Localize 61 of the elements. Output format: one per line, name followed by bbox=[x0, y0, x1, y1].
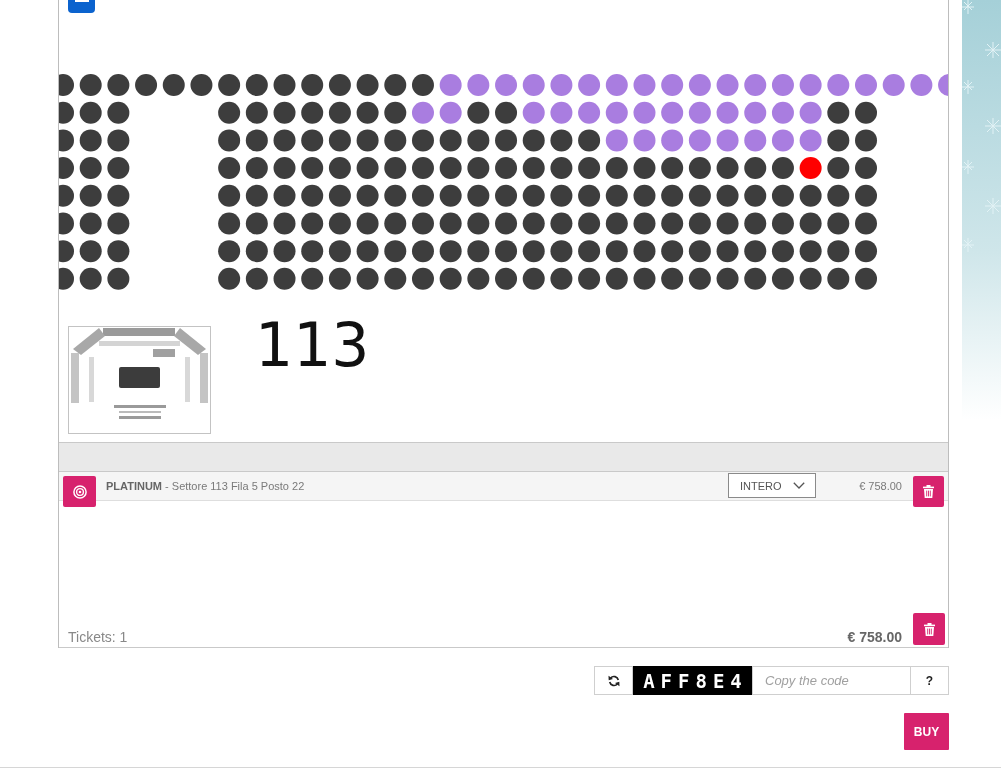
seat[interactable] bbox=[411, 101, 434, 124]
seat[interactable] bbox=[744, 129, 767, 152]
seat[interactable] bbox=[495, 74, 518, 96]
seat[interactable] bbox=[550, 74, 573, 96]
refresh-icon bbox=[607, 674, 620, 687]
seat[interactable] bbox=[467, 74, 490, 96]
seat[interactable] bbox=[799, 74, 822, 96]
seat[interactable] bbox=[882, 74, 905, 96]
seat[interactable] bbox=[910, 74, 933, 96]
seat[interactable] bbox=[771, 129, 794, 152]
seat[interactable] bbox=[522, 101, 545, 124]
seat[interactable] bbox=[827, 74, 850, 96]
ticket-price: € 758.00 bbox=[858, 480, 902, 492]
tickets-count: Tickets: 1 bbox=[68, 629, 129, 645]
ticket-type-select[interactable]: INTERO bbox=[728, 473, 816, 498]
seat[interactable] bbox=[633, 74, 656, 96]
seat[interactable] bbox=[688, 74, 711, 96]
seat[interactable] bbox=[522, 74, 545, 96]
seat[interactable] bbox=[855, 74, 877, 96]
seat[interactable] bbox=[799, 157, 822, 180]
seat[interactable] bbox=[439, 101, 462, 124]
refresh-captcha-button[interactable] bbox=[594, 666, 633, 695]
seat[interactable] bbox=[605, 101, 628, 124]
trash-icon bbox=[923, 485, 934, 498]
seat[interactable] bbox=[771, 101, 794, 124]
ticket-description: PLATINUM - Settore 113 Fila 5 Posto 22 bbox=[106, 480, 306, 492]
trash-icon bbox=[923, 622, 935, 636]
captcha-code: AFF8E4 bbox=[643, 669, 748, 692]
seat[interactable] bbox=[578, 101, 601, 124]
seat[interactable] bbox=[688, 129, 711, 152]
sector-label: 113 bbox=[255, 315, 370, 375]
seat[interactable] bbox=[439, 74, 462, 96]
seat[interactable] bbox=[716, 74, 739, 96]
seat[interactable] bbox=[799, 101, 822, 124]
total-price: € 758.00 bbox=[847, 629, 902, 645]
seat[interactable] bbox=[661, 129, 684, 152]
target-icon bbox=[72, 484, 87, 499]
seat[interactable] bbox=[938, 74, 948, 96]
captcha-help-button[interactable]: ? bbox=[911, 666, 949, 695]
seat[interactable] bbox=[633, 129, 656, 152]
seat[interactable] bbox=[605, 129, 628, 152]
buy-button[interactable]: BUY bbox=[904, 713, 949, 750]
seat-locate-button[interactable] bbox=[63, 476, 96, 507]
seat[interactable] bbox=[661, 74, 684, 96]
remove-ticket-button[interactable] bbox=[913, 476, 944, 507]
seat[interactable] bbox=[744, 101, 767, 124]
seat[interactable] bbox=[578, 74, 601, 96]
seat[interactable] bbox=[550, 101, 573, 124]
captcha-input[interactable]: Copy the code bbox=[752, 666, 911, 695]
chevron-down-icon bbox=[793, 482, 805, 489]
seat[interactable] bbox=[799, 129, 822, 152]
seat[interactable] bbox=[744, 74, 767, 96]
seat[interactable] bbox=[716, 129, 739, 152]
seat[interactable] bbox=[605, 74, 628, 96]
seat[interactable] bbox=[716, 101, 739, 124]
clear-cart-button[interactable] bbox=[913, 613, 945, 645]
seat[interactable] bbox=[661, 101, 684, 124]
map-tool-button[interactable] bbox=[68, 0, 95, 13]
seat[interactable] bbox=[688, 101, 711, 124]
seat[interactable] bbox=[771, 74, 794, 96]
seat[interactable] bbox=[633, 101, 656, 124]
